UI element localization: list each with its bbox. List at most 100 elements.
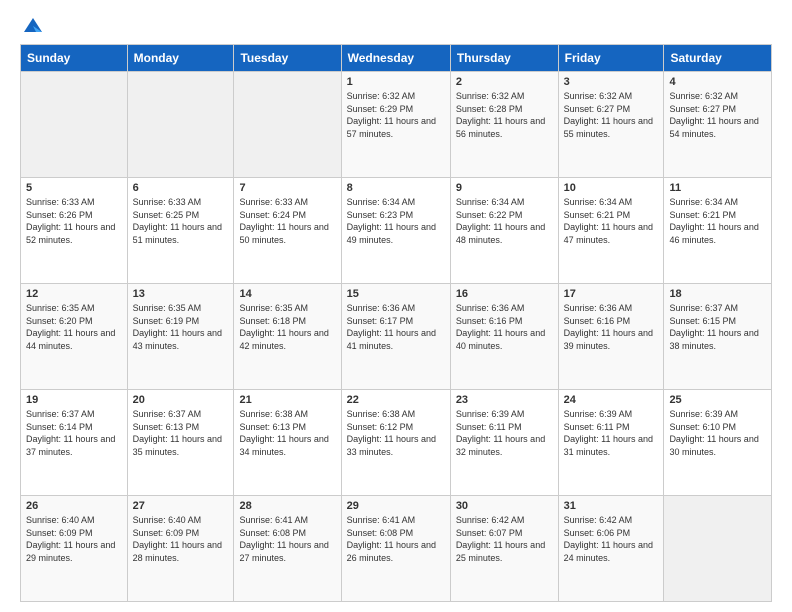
weekday-header-thursday: Thursday xyxy=(450,45,558,72)
day-number: 20 xyxy=(133,394,229,406)
day-info: Sunrise: 6:37 AMSunset: 6:13 PMDaylight:… xyxy=(133,409,222,457)
day-cell: 2 Sunrise: 6:32 AMSunset: 6:28 PMDayligh… xyxy=(450,72,558,178)
day-info: Sunrise: 6:35 AMSunset: 6:18 PMDaylight:… xyxy=(239,303,328,351)
day-cell: 14 Sunrise: 6:35 AMSunset: 6:18 PMDaylig… xyxy=(234,284,341,390)
day-cell: 7 Sunrise: 6:33 AMSunset: 6:24 PMDayligh… xyxy=(234,178,341,284)
day-number: 21 xyxy=(239,394,335,406)
day-number: 12 xyxy=(26,288,122,300)
week-row-3: 12 Sunrise: 6:35 AMSunset: 6:20 PMDaylig… xyxy=(21,284,772,390)
day-number: 8 xyxy=(347,182,445,194)
day-cell: 27 Sunrise: 6:40 AMSunset: 6:09 PMDaylig… xyxy=(127,496,234,602)
day-number: 25 xyxy=(669,394,766,406)
day-cell: 18 Sunrise: 6:37 AMSunset: 6:15 PMDaylig… xyxy=(664,284,772,390)
day-cell xyxy=(21,72,128,178)
day-number: 22 xyxy=(347,394,445,406)
day-cell: 19 Sunrise: 6:37 AMSunset: 6:14 PMDaylig… xyxy=(21,390,128,496)
day-cell: 8 Sunrise: 6:34 AMSunset: 6:23 PMDayligh… xyxy=(341,178,450,284)
day-number: 30 xyxy=(456,500,553,512)
day-number: 3 xyxy=(564,76,659,88)
day-cell: 4 Sunrise: 6:32 AMSunset: 6:27 PMDayligh… xyxy=(664,72,772,178)
day-info: Sunrise: 6:42 AMSunset: 6:07 PMDaylight:… xyxy=(456,515,545,563)
day-cell: 12 Sunrise: 6:35 AMSunset: 6:20 PMDaylig… xyxy=(21,284,128,390)
day-cell: 17 Sunrise: 6:36 AMSunset: 6:16 PMDaylig… xyxy=(558,284,664,390)
day-cell: 1 Sunrise: 6:32 AMSunset: 6:29 PMDayligh… xyxy=(341,72,450,178)
day-info: Sunrise: 6:35 AMSunset: 6:20 PMDaylight:… xyxy=(26,303,115,351)
day-cell: 13 Sunrise: 6:35 AMSunset: 6:19 PMDaylig… xyxy=(127,284,234,390)
header xyxy=(20,16,772,34)
weekday-header-monday: Monday xyxy=(127,45,234,72)
day-info: Sunrise: 6:39 AMSunset: 6:10 PMDaylight:… xyxy=(669,409,758,457)
weekday-header-saturday: Saturday xyxy=(664,45,772,72)
day-number: 28 xyxy=(239,500,335,512)
day-info: Sunrise: 6:34 AMSunset: 6:22 PMDaylight:… xyxy=(456,197,545,245)
day-info: Sunrise: 6:41 AMSunset: 6:08 PMDaylight:… xyxy=(347,515,436,563)
day-number: 17 xyxy=(564,288,659,300)
day-info: Sunrise: 6:33 AMSunset: 6:24 PMDaylight:… xyxy=(239,197,328,245)
week-row-1: 1 Sunrise: 6:32 AMSunset: 6:29 PMDayligh… xyxy=(21,72,772,178)
day-cell: 3 Sunrise: 6:32 AMSunset: 6:27 PMDayligh… xyxy=(558,72,664,178)
day-number: 10 xyxy=(564,182,659,194)
day-info: Sunrise: 6:37 AMSunset: 6:14 PMDaylight:… xyxy=(26,409,115,457)
week-row-2: 5 Sunrise: 6:33 AMSunset: 6:26 PMDayligh… xyxy=(21,178,772,284)
page: SundayMondayTuesdayWednesdayThursdayFrid… xyxy=(0,0,792,612)
day-cell: 9 Sunrise: 6:34 AMSunset: 6:22 PMDayligh… xyxy=(450,178,558,284)
day-number: 18 xyxy=(669,288,766,300)
day-cell xyxy=(234,72,341,178)
day-cell: 30 Sunrise: 6:42 AMSunset: 6:07 PMDaylig… xyxy=(450,496,558,602)
weekday-header-sunday: Sunday xyxy=(21,45,128,72)
day-info: Sunrise: 6:32 AMSunset: 6:28 PMDaylight:… xyxy=(456,91,545,139)
day-info: Sunrise: 6:32 AMSunset: 6:27 PMDaylight:… xyxy=(669,91,758,139)
day-info: Sunrise: 6:37 AMSunset: 6:15 PMDaylight:… xyxy=(669,303,758,351)
day-info: Sunrise: 6:40 AMSunset: 6:09 PMDaylight:… xyxy=(133,515,222,563)
day-number: 24 xyxy=(564,394,659,406)
week-row-5: 26 Sunrise: 6:40 AMSunset: 6:09 PMDaylig… xyxy=(21,496,772,602)
day-cell: 20 Sunrise: 6:37 AMSunset: 6:13 PMDaylig… xyxy=(127,390,234,496)
day-cell: 26 Sunrise: 6:40 AMSunset: 6:09 PMDaylig… xyxy=(21,496,128,602)
weekday-header-tuesday: Tuesday xyxy=(234,45,341,72)
day-info: Sunrise: 6:33 AMSunset: 6:26 PMDaylight:… xyxy=(26,197,115,245)
day-number: 19 xyxy=(26,394,122,406)
day-cell: 29 Sunrise: 6:41 AMSunset: 6:08 PMDaylig… xyxy=(341,496,450,602)
weekday-header-row: SundayMondayTuesdayWednesdayThursdayFrid… xyxy=(21,45,772,72)
day-number: 7 xyxy=(239,182,335,194)
day-info: Sunrise: 6:36 AMSunset: 6:17 PMDaylight:… xyxy=(347,303,436,351)
day-cell: 21 Sunrise: 6:38 AMSunset: 6:13 PMDaylig… xyxy=(234,390,341,496)
day-info: Sunrise: 6:38 AMSunset: 6:13 PMDaylight:… xyxy=(239,409,328,457)
day-info: Sunrise: 6:36 AMSunset: 6:16 PMDaylight:… xyxy=(456,303,545,351)
day-number: 9 xyxy=(456,182,553,194)
day-cell: 25 Sunrise: 6:39 AMSunset: 6:10 PMDaylig… xyxy=(664,390,772,496)
day-number: 11 xyxy=(669,182,766,194)
day-cell: 10 Sunrise: 6:34 AMSunset: 6:21 PMDaylig… xyxy=(558,178,664,284)
day-number: 5 xyxy=(26,182,122,194)
day-number: 6 xyxy=(133,182,229,194)
week-row-4: 19 Sunrise: 6:37 AMSunset: 6:14 PMDaylig… xyxy=(21,390,772,496)
day-info: Sunrise: 6:32 AMSunset: 6:29 PMDaylight:… xyxy=(347,91,436,139)
day-info: Sunrise: 6:38 AMSunset: 6:12 PMDaylight:… xyxy=(347,409,436,457)
day-cell: 23 Sunrise: 6:39 AMSunset: 6:11 PMDaylig… xyxy=(450,390,558,496)
day-number: 1 xyxy=(347,76,445,88)
day-info: Sunrise: 6:39 AMSunset: 6:11 PMDaylight:… xyxy=(456,409,545,457)
day-cell: 5 Sunrise: 6:33 AMSunset: 6:26 PMDayligh… xyxy=(21,178,128,284)
day-number: 31 xyxy=(564,500,659,512)
weekday-header-wednesday: Wednesday xyxy=(341,45,450,72)
day-cell: 22 Sunrise: 6:38 AMSunset: 6:12 PMDaylig… xyxy=(341,390,450,496)
day-cell xyxy=(127,72,234,178)
day-info: Sunrise: 6:41 AMSunset: 6:08 PMDaylight:… xyxy=(239,515,328,563)
day-number: 16 xyxy=(456,288,553,300)
day-info: Sunrise: 6:34 AMSunset: 6:21 PMDaylight:… xyxy=(564,197,653,245)
day-cell: 31 Sunrise: 6:42 AMSunset: 6:06 PMDaylig… xyxy=(558,496,664,602)
day-number: 2 xyxy=(456,76,553,88)
day-info: Sunrise: 6:36 AMSunset: 6:16 PMDaylight:… xyxy=(564,303,653,351)
day-number: 26 xyxy=(26,500,122,512)
day-info: Sunrise: 6:32 AMSunset: 6:27 PMDaylight:… xyxy=(564,91,653,139)
day-number: 23 xyxy=(456,394,553,406)
day-cell: 6 Sunrise: 6:33 AMSunset: 6:25 PMDayligh… xyxy=(127,178,234,284)
logo-icon xyxy=(22,16,44,34)
day-number: 29 xyxy=(347,500,445,512)
weekday-header-friday: Friday xyxy=(558,45,664,72)
day-info: Sunrise: 6:34 AMSunset: 6:23 PMDaylight:… xyxy=(347,197,436,245)
day-info: Sunrise: 6:42 AMSunset: 6:06 PMDaylight:… xyxy=(564,515,653,563)
logo-text xyxy=(20,16,44,34)
day-cell: 11 Sunrise: 6:34 AMSunset: 6:21 PMDaylig… xyxy=(664,178,772,284)
day-info: Sunrise: 6:40 AMSunset: 6:09 PMDaylight:… xyxy=(26,515,115,563)
